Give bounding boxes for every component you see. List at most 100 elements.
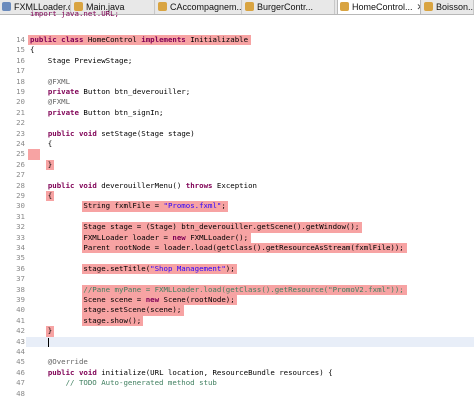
partial-top-line: import java.net.URL;: [0, 9, 474, 19]
code-line[interactable]: 16 Stage PreviewStage;: [0, 56, 474, 66]
code-text: private Button btn_deverouiller;: [47, 87, 191, 96]
line-number: 40: [16, 305, 25, 315]
code-line[interactable]: 18 @FXML: [0, 77, 474, 87]
line-number: 18: [16, 76, 25, 86]
line-number: 47: [16, 378, 25, 388]
code-line[interactable]: 27: [0, 170, 474, 180]
code-text: @FXML: [30, 97, 71, 107]
code-line[interactable]: 45 @Override: [0, 357, 474, 367]
line-number: 28: [16, 180, 25, 190]
code-line[interactable]: 36 stage.setTitle("Shop Management");: [0, 263, 474, 275]
code-line[interactable]: 30 String fxmlFile = "Promos.fxml";: [0, 201, 474, 212]
code-line[interactable]: 44: [0, 347, 474, 357]
line-number: 22: [16, 118, 25, 128]
code-line[interactable]: 28 public void deverouillerMenu() throws…: [0, 181, 474, 191]
code-line[interactable]: 29 {: [0, 191, 474, 202]
code-line[interactable]: 20 @FXML: [0, 97, 474, 107]
code-text: }: [30, 159, 53, 169]
code-line[interactable]: 47 // TODO Auto-generated method stub: [0, 378, 474, 388]
code-line[interactable]: 46 public void initialize(URL location, …: [0, 368, 474, 378]
line-number: 46: [16, 367, 25, 377]
code-text: import java.net.URL;: [30, 9, 119, 18]
line-number: 27: [16, 170, 25, 180]
line-number: 35: [16, 253, 25, 263]
line-number: 19: [16, 87, 25, 96]
code-line[interactable]: 15 {: [0, 45, 474, 55]
code-line[interactable]: 33 FXMLLoader loader = new FXMLLoader();: [0, 232, 474, 243]
code-line[interactable]: 37: [0, 274, 474, 284]
code-text: String fxmlFile = "Promos.fxml";: [30, 201, 226, 211]
code-text: {: [30, 139, 53, 148]
line-number: 16: [16, 55, 25, 65]
line-number: 14: [16, 35, 25, 44]
code-line[interactable]: 24 {: [0, 139, 474, 149]
line-number: 41: [16, 315, 25, 325]
line-number: 48: [16, 388, 25, 398]
code-line[interactable]: 39 Scene scene = new Scene(rootNode);: [0, 295, 474, 306]
line-number: 23: [16, 128, 25, 138]
line-number: 43: [16, 336, 25, 346]
code-text: {: [30, 191, 53, 200]
code-text: stage.show();: [30, 315, 142, 325]
code-text: @Override: [30, 357, 88, 367]
code-text: public void initialize(URL location, Res…: [47, 367, 333, 377]
code-line[interactable]: 23 public void setStage(Stage stage): [0, 129, 474, 139]
code-line[interactable]: 35: [0, 253, 474, 263]
code-line[interactable]: 43: [0, 336, 474, 347]
code-line[interactable]: 14 public class HomeControl implements In…: [0, 35, 474, 46]
line-number: 36: [16, 263, 25, 273]
code-line[interactable]: 21 private Button btn_signIn;: [0, 108, 474, 118]
line-number: 42: [16, 326, 25, 336]
code-text: public void setStage(Stage stage): [47, 128, 195, 138]
code-text: Stage PreviewStage;: [30, 55, 133, 65]
line-number: 32: [16, 222, 25, 232]
code-text: stage.setScene(scene);: [30, 305, 182, 315]
line-number: 31: [16, 211, 25, 221]
line-number: 29: [16, 191, 25, 200]
code-line[interactable]: 17: [0, 66, 474, 76]
line-number: 39: [16, 295, 25, 304]
line-number: 25: [16, 149, 25, 159]
code-line[interactable]: 40 stage.setScene(scene);: [0, 305, 474, 316]
line-number: 20: [16, 97, 25, 107]
code-text: public class HomeControl implements Init…: [30, 35, 249, 44]
code-line[interactable]: 38 //Pane myPane = FXMLLoader.load(getCl…: [0, 284, 474, 295]
line-number: 30: [16, 201, 25, 211]
line-number: 38: [16, 284, 25, 294]
line-number: 17: [16, 66, 25, 76]
code-line[interactable]: 42 }: [0, 326, 474, 337]
line-number: 24: [16, 139, 25, 148]
text-caret: [47, 337, 49, 347]
code-text: Parent rootNode = loader.load(getClass()…: [30, 243, 404, 252]
code-text: {: [30, 45, 35, 55]
line-number: 34: [16, 243, 25, 252]
code-line[interactable]: 48: [0, 389, 474, 399]
code-text: stage.setTitle("Shop Management");: [30, 263, 235, 273]
code-line[interactable]: 31: [0, 212, 474, 222]
code-line[interactable]: 25: [0, 149, 474, 160]
line-number: 26: [16, 159, 25, 169]
code-line[interactable]: 32 Stage stage = (Stage) btn_deverouille…: [0, 222, 474, 233]
line-highlight: [28, 149, 40, 160]
current-line-highlight: [26, 336, 474, 347]
line-number: 21: [16, 107, 25, 117]
code-line[interactable]: 19 private Button btn_deverouiller;: [0, 87, 474, 97]
code-line[interactable]: 34 Parent rootNode = loader.load(getClas…: [0, 243, 474, 254]
line-number: 33: [16, 232, 25, 242]
code-line[interactable]: 41 stage.show();: [0, 315, 474, 327]
code-text: public void deverouillerMenu() throws Ex…: [47, 180, 257, 190]
line-number: 15: [16, 45, 25, 55]
line-number: 44: [16, 347, 25, 356]
code-text: }: [30, 326, 53, 336]
code-text: Stage stage = (Stage) btn_deverouiller.g…: [30, 222, 360, 232]
code-text: Scene scene = new Scene(rootNode);: [30, 295, 235, 304]
code-text: FXMLLoader loader = new FXMLLoader();: [30, 232, 249, 242]
code-line[interactable]: 22: [0, 118, 474, 128]
code-line[interactable]: 26 }: [0, 159, 474, 171]
code-editor[interactable]: import java.net.URL; 14 public class Home…: [0, 9, 474, 412]
code-text: private Button btn_signIn;: [47, 107, 164, 117]
code-text: // TODO Auto-generated method stub: [30, 378, 217, 388]
line-number: 45: [16, 357, 25, 367]
code-text: //Pane myPane = FXMLLoader.load(getClass…: [30, 284, 404, 294]
line-number: 37: [16, 274, 25, 284]
